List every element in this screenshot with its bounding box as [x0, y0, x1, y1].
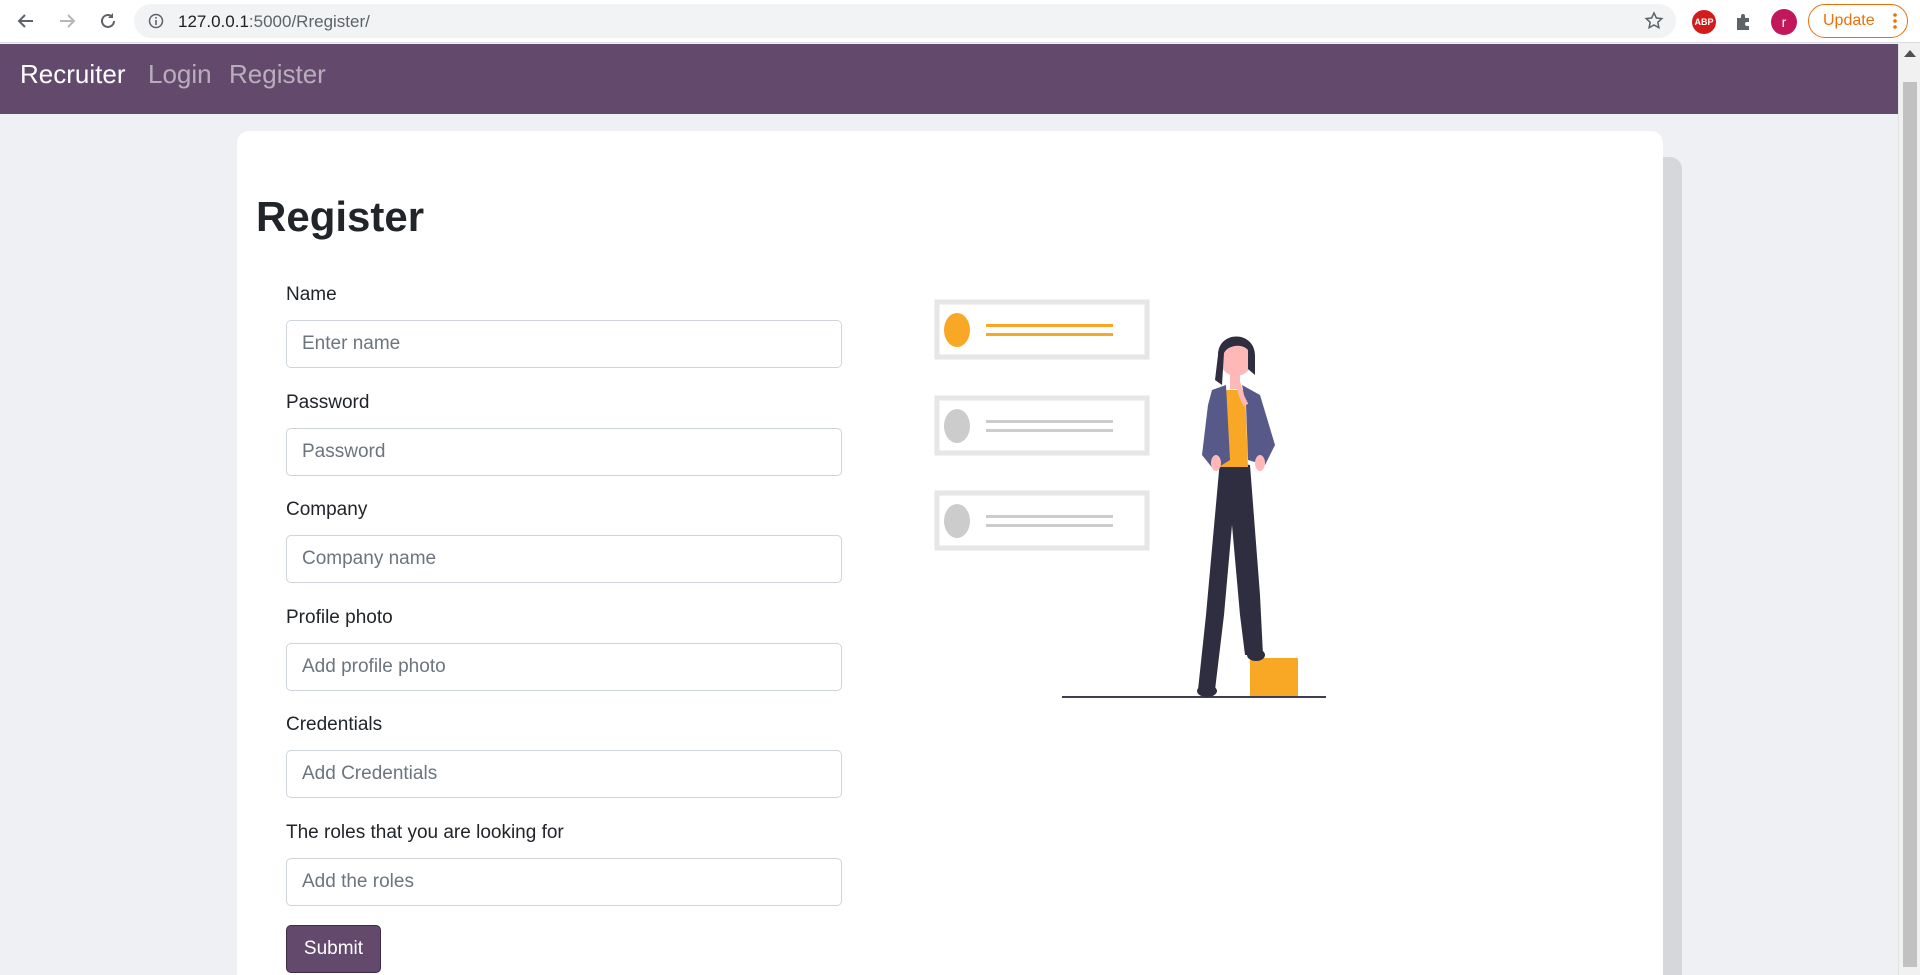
company-label: Company: [286, 499, 368, 520]
forward-icon[interactable]: [55, 9, 79, 33]
nav-link-register[interactable]: Register: [229, 59, 326, 90]
url-text: 127.0.0.1:5000/Rregister/: [178, 12, 370, 32]
address-bar[interactable]: 127.0.0.1:5000/Rregister/: [134, 4, 1676, 38]
profile-avatar[interactable]: r: [1771, 9, 1797, 35]
update-label: Update: [1823, 12, 1875, 29]
list-card-1: [934, 395, 1150, 456]
avatar-letter: r: [1771, 9, 1797, 35]
adblock-label: ABP: [1692, 10, 1716, 34]
adblock-extension-icon[interactable]: ABP: [1691, 9, 1717, 35]
password-label: Password: [286, 392, 370, 413]
brand-link[interactable]: Recruiter: [20, 59, 125, 90]
submit-button[interactable]: Submit: [286, 925, 381, 973]
menu-dots-icon[interactable]: [1893, 12, 1897, 35]
scroll-thumb[interactable]: [1903, 82, 1917, 967]
list-card-active: [934, 299, 1150, 360]
profile-photo-label: Profile photo: [286, 607, 393, 628]
site-navbar: Recruiter Login Register: [0, 44, 1898, 114]
browser-toolbar: 127.0.0.1:5000/Rregister/ ABP r Update: [0, 0, 1920, 43]
roles-label: The roles that you are looking for: [286, 822, 564, 843]
company-input[interactable]: [286, 535, 842, 583]
roles-input[interactable]: [286, 858, 842, 906]
bookmark-star-icon[interactable]: [1644, 11, 1664, 36]
name-label: Name: [286, 284, 337, 305]
person-figure: [1197, 336, 1275, 697]
scroll-up-arrow[interactable]: [1904, 50, 1916, 57]
profile-photo-input[interactable]: [286, 643, 842, 691]
name-input[interactable]: [286, 320, 842, 368]
credentials-label: Credentials: [286, 714, 383, 735]
info-icon[interactable]: [148, 13, 164, 34]
credentials-input[interactable]: [286, 750, 842, 798]
back-icon[interactable]: [14, 9, 38, 33]
password-input[interactable]: [286, 428, 842, 476]
page-title: Register: [256, 193, 425, 240]
url-path: :5000/Rregister/: [248, 12, 370, 31]
list-card-2: [934, 490, 1150, 551]
reload-icon[interactable]: [96, 9, 120, 33]
update-button[interactable]: Update: [1808, 4, 1908, 38]
nav-link-login[interactable]: Login: [148, 59, 212, 90]
url-host: 127.0.0.1: [178, 12, 249, 31]
register-illustration: [934, 299, 1326, 698]
extensions-puzzle-icon[interactable]: [1731, 9, 1757, 35]
page-scrollbar[interactable]: [1898, 44, 1920, 975]
